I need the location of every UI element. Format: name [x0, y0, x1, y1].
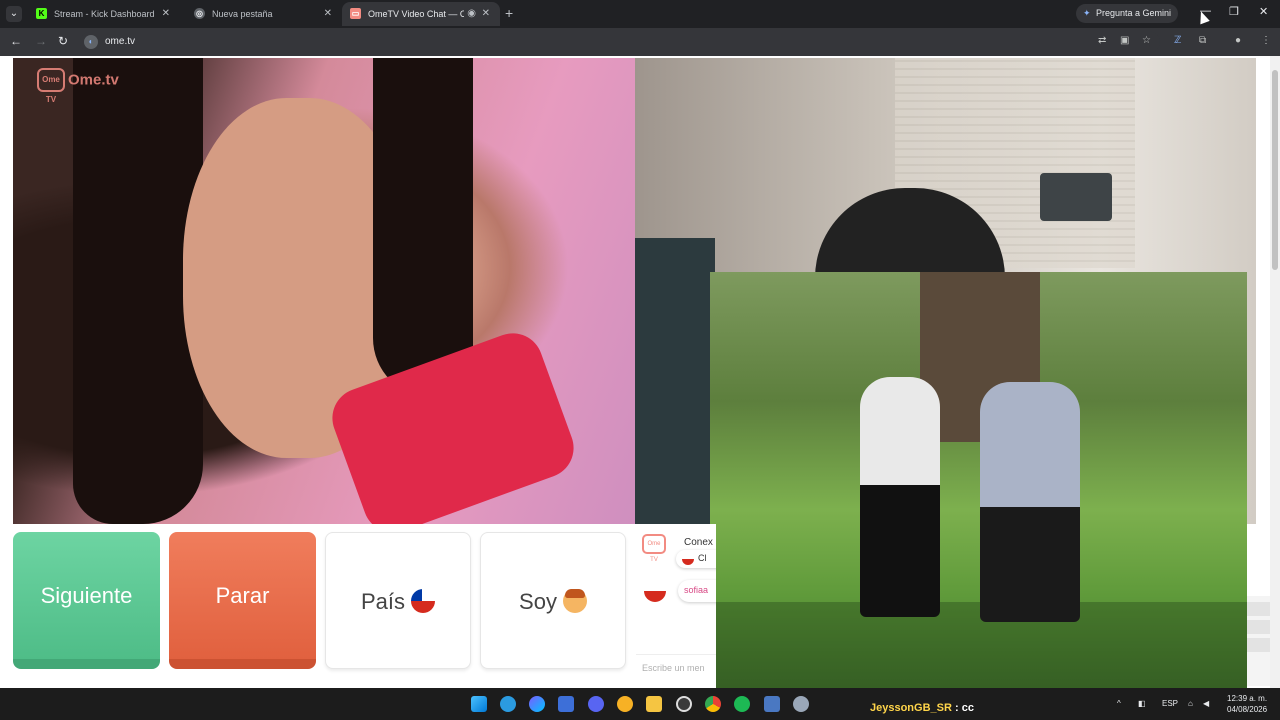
side-rail [1247, 596, 1270, 686]
chat-message-user: sofiaa [684, 585, 709, 595]
connection-country: Cl [698, 553, 707, 563]
ometv-chat-logo: Ome TV [642, 534, 666, 563]
globe-icon: ◎ [194, 8, 205, 19]
cast-icon[interactable]: ▣ [1120, 35, 1129, 46]
forward-button[interactable]: → [35, 34, 47, 48]
connection-country-pill: Cl [676, 550, 716, 568]
ometv-logo: Ome TVOme.tv [37, 68, 119, 104]
chile-flag-icon [682, 553, 694, 565]
gemini-label: Pregunta a Gemini [1096, 8, 1172, 18]
kick-icon: K [36, 8, 47, 19]
recording-icon: ◉ [467, 8, 476, 19]
ask-gemini-button[interactable]: ✦ Pregunta a Gemini [1076, 4, 1178, 23]
page-scrollbar[interactable] [1270, 56, 1280, 688]
rail-segment [1247, 602, 1270, 616]
file-explorer-icon[interactable] [646, 696, 662, 712]
stop-button[interactable]: Parar [169, 532, 316, 669]
system-clock[interactable]: 12:39 a. m. 04/08/2026 [1227, 693, 1267, 715]
windows-start-icon[interactable] [471, 696, 487, 712]
tray-chevron-icon[interactable]: ^ [1117, 699, 1121, 708]
more-menu-icon[interactable]: ⋮ [1261, 35, 1271, 46]
remote-desktop-icon[interactable] [764, 696, 780, 712]
gender-button[interactable]: Soy [480, 532, 626, 669]
next-button[interactable]: Siguiente [13, 532, 160, 669]
overlay-message: : cc [955, 702, 974, 714]
close-icon[interactable]: ✕ [482, 8, 490, 19]
boy-face-icon [562, 589, 587, 613]
tab-kick-dashboard[interactable]: K Stream - Kick Dashboard ✕ [28, 2, 180, 26]
network-icon[interactable]: ⌂ [1188, 699, 1193, 708]
window-close-button[interactable]: ✕ [1259, 5, 1268, 18]
copilot-icon[interactable] [529, 696, 545, 712]
language-indicator[interactable]: ESP [1162, 699, 1178, 708]
browser-toolbar: ← → ↻ ◐ ome.tv ⇄ ▣ ☆ ℤ ⧉ ● ⋮ [0, 28, 1280, 56]
chat-input-placeholder: Escribe un men [642, 663, 705, 673]
country-label: País [360, 589, 406, 614]
chat-input[interactable]: Escribe un men [636, 654, 716, 680]
tab-title: Stream - Kick Dashboard [54, 9, 155, 19]
stream-chat-overlay: JeyssonGB_SR : cc [870, 702, 974, 714]
site-info-icon[interactable]: ◐ [84, 35, 98, 49]
app-icon[interactable] [558, 696, 574, 712]
photo-overlay [710, 272, 1247, 688]
new-tab-button[interactable]: + [505, 5, 513, 21]
rail-segment [1247, 620, 1270, 634]
close-icon[interactable]: ✕ [324, 8, 332, 19]
photo-person [980, 382, 1080, 622]
reload-button[interactable]: ↻ [58, 34, 68, 48]
spotify-icon[interactable] [734, 696, 750, 712]
chat-message: sofiaa [678, 580, 716, 602]
extensions-puzzle-icon[interactable]: ⧉ [1199, 35, 1206, 46]
tab-title: OmeTV Video Chat — Ome [368, 9, 464, 19]
back-button[interactable]: ← [10, 34, 22, 48]
photo-shadow [710, 602, 1247, 688]
clock-time: 12:39 a. m. [1227, 694, 1268, 703]
clock-date: 04/08/2026 [1227, 705, 1268, 714]
edge-icon[interactable] [500, 696, 516, 712]
profile-avatar-icon[interactable]: ● [1235, 35, 1241, 46]
address-bar[interactable]: ◐ ome.tv [80, 31, 1160, 53]
os-taskbar: ^ ◧ ESP ⌂ ◀ 12:39 a. m. 04/08/2026 [0, 688, 1280, 720]
local-video-chair [635, 238, 715, 524]
restore-button[interactable]: ❐ [1229, 5, 1239, 18]
ometv-logo-badge: Ome TV [37, 68, 65, 104]
tab-title: Nueva pestaña [212, 9, 273, 19]
close-icon[interactable]: ✕ [162, 8, 170, 19]
photo-person [860, 377, 940, 617]
chrome-icon[interactable] [705, 696, 721, 712]
remote-video-figure [373, 58, 473, 398]
scrollbar-thumb[interactable] [1272, 70, 1278, 270]
remote-video: Ome TVOme.tv [13, 58, 635, 524]
url-text: ome.tv [105, 36, 136, 47]
tab-search-button[interactable]: ⌄ [6, 6, 22, 22]
gemini-sparkle-icon: ✦ [1083, 8, 1091, 18]
app-icon[interactable] [617, 696, 633, 712]
tab-ometv[interactable]: ▭ OmeTV Video Chat — Ome ◉ ✕ [342, 2, 500, 26]
chat-panel: Ome TV Conex Cl sofiaa Escribe un men [636, 524, 716, 688]
tab-new-tab[interactable]: ◎ Nueva pestaña ✕ [186, 2, 342, 26]
obs-icon[interactable] [676, 696, 692, 712]
local-video-lamp [1040, 173, 1112, 221]
tab-strip: ⌄ K Stream - Kick Dashboard ✕ ◎ Nueva pe… [0, 0, 1280, 28]
chile-flag-icon [411, 589, 436, 613]
page-content: Ome TVOme.tv Siguiente Parar País Soy Om… [0, 56, 1270, 688]
extension-icon[interactable]: ℤ [1174, 35, 1181, 46]
ometv-logo-text: Ome.tv [68, 71, 119, 89]
overlay-username: JeyssonGB_SR [870, 702, 952, 714]
tray-app-icon[interactable]: ◧ [1138, 699, 1146, 708]
connection-status: Conex [684, 537, 713, 548]
rail-segment [1247, 638, 1270, 652]
bookmark-star-icon[interactable]: ☆ [1142, 35, 1151, 46]
chile-flag-icon [644, 580, 666, 602]
gender-label: Soy [519, 589, 557, 614]
settings-icon[interactable] [793, 696, 809, 712]
country-button[interactable]: País [325, 532, 471, 669]
discord-icon[interactable] [588, 696, 604, 712]
ometv-favicon-icon: ▭ [350, 8, 361, 19]
translate-icon[interactable]: ⇄ [1098, 35, 1106, 46]
volume-icon[interactable]: ◀ [1203, 699, 1209, 708]
